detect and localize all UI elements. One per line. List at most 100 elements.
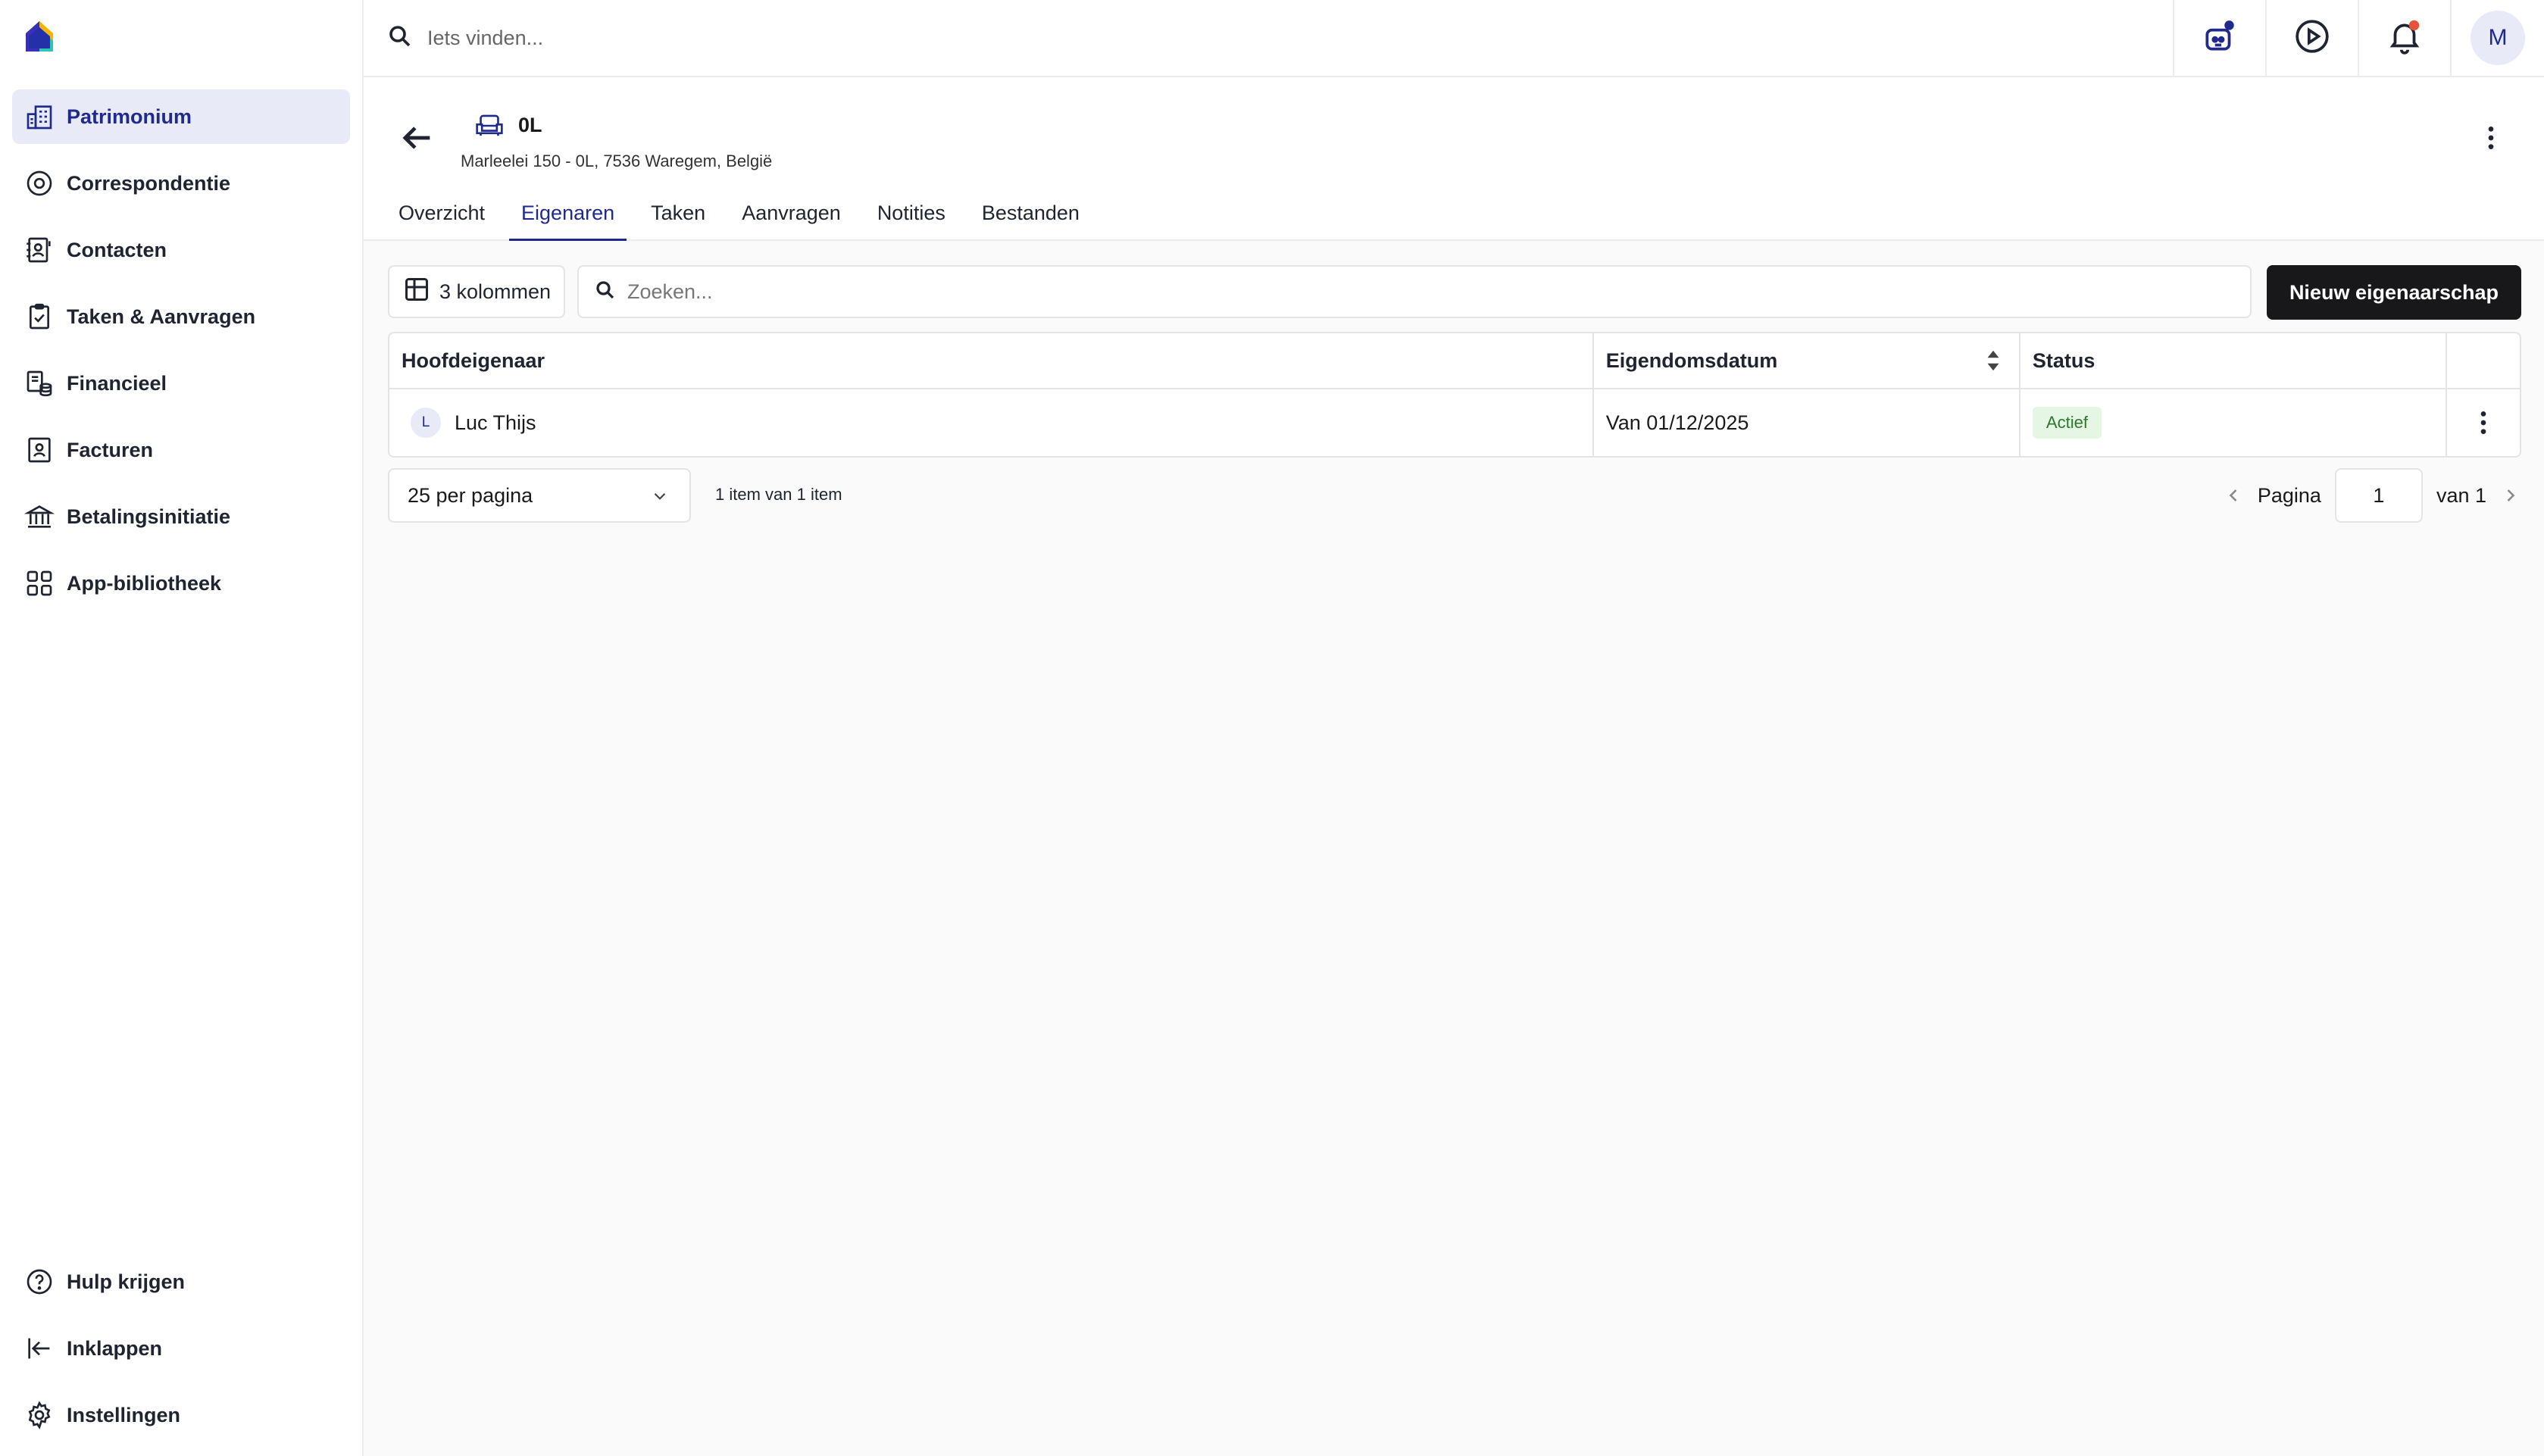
robot-icon <box>2201 17 2239 59</box>
sidebar-item-taken-aanvragen[interactable]: Taken & Aanvragen <box>12 289 350 344</box>
contacts-book-icon <box>23 233 56 267</box>
column-header-status[interactable]: Status <box>2021 333 2448 388</box>
notifications-button[interactable] <box>2358 0 2450 76</box>
sidebar-item-facturen[interactable]: Facturen <box>12 423 350 477</box>
search-icon <box>386 23 427 54</box>
clipboard-check-icon <box>23 300 56 333</box>
tab-eigenaren[interactable]: Eigenaren <box>509 189 627 241</box>
kebab-icon <box>2480 411 2486 434</box>
next-page-button[interactable] <box>2500 485 2521 506</box>
owners-table: Hoofdeigenaar Eigendomsdatum Status L Lu… <box>388 332 2521 458</box>
sidebar-item-label: Contacten <box>67 238 167 261</box>
arrow-left-icon <box>402 127 430 149</box>
sidebar-item-inklappen[interactable]: Inklappen <box>12 1321 350 1376</box>
more-options-button[interactable] <box>2476 123 2506 153</box>
sidebar-item-patrimonium[interactable]: Patrimonium <box>12 89 350 144</box>
sidebar-item-app-bibliotheek[interactable]: App-bibliotheek <box>12 556 350 611</box>
correspondence-icon <box>23 167 56 200</box>
status-cell: Actief <box>2021 389 2448 456</box>
owner-name[interactable]: Luc Thijs <box>455 411 536 435</box>
assistant-button[interactable] <box>2173 0 2265 76</box>
row-actions-cell <box>2447 389 2520 456</box>
column-header-actions <box>2447 333 2520 388</box>
sidebar-item-label: Correspondentie <box>67 171 231 195</box>
chevron-down-icon <box>654 492 666 500</box>
sidebar: Patrimonium Correspondentie Contacten Ta… <box>0 0 364 1456</box>
play-tutorial-button[interactable] <box>2265 0 2358 76</box>
sidebar-item-label: Financieel <box>67 371 167 395</box>
table-toolbar: 3 kolommen Nieuw eigenaarschap <box>388 265 2521 320</box>
sidebar-item-label: App-bibliotheek <box>67 571 221 595</box>
sidebar-item-betalingsinitiatie[interactable]: Betalingsinitiatie <box>12 489 350 544</box>
column-header-eigendomsdatum[interactable]: Eigendomsdatum <box>1594 333 2021 388</box>
status-badge: Actief <box>2032 407 2102 439</box>
chevron-left-icon <box>2229 489 2237 501</box>
app-logo[interactable] <box>23 18 56 55</box>
table-search-input[interactable] <box>627 280 2218 304</box>
table-search <box>577 265 2252 318</box>
per-page-value: 25 per pagina <box>408 483 533 507</box>
ownership-date-cell: Van 01/12/2025 <box>1594 389 2021 456</box>
page-header: 0L Marleelei 150 - 0L, 7536 Waregem, Bel… <box>364 77 2544 241</box>
chevron-right-icon <box>2507 489 2515 501</box>
page-number-input[interactable] <box>2334 468 2423 523</box>
help-circle-icon <box>23 1265 56 1298</box>
sidebar-item-label: Facturen <box>67 438 154 461</box>
tab-aanvragen[interactable]: Aanvragen <box>730 189 853 241</box>
page-title: 0L <box>518 114 542 136</box>
topbar: M <box>364 0 2544 77</box>
play-circle-icon <box>2293 17 2331 59</box>
columns-button-label: 3 kolommen <box>439 280 552 303</box>
sofa-icon <box>474 112 505 139</box>
bell-icon <box>2386 17 2424 59</box>
sidebar-item-instellingen[interactable]: Instellingen <box>12 1388 350 1442</box>
page-label: Pagina <box>2257 483 2321 507</box>
tab-bestanden[interactable]: Bestanden <box>970 189 1092 241</box>
previous-page-button[interactable] <box>2223 485 2244 506</box>
row-actions-button[interactable] <box>2468 408 2499 438</box>
per-page-select[interactable]: 25 per pagina <box>388 468 691 523</box>
user-menu-button[interactable]: M <box>2450 0 2544 76</box>
table-header: Hoofdeigenaar Eigendomsdatum Status <box>389 333 2520 389</box>
buildings-icon <box>23 100 56 133</box>
sidebar-bottom-nav: Hulp krijgen Inklappen Instellingen <box>12 1254 350 1454</box>
sidebar-item-label: Hulp krijgen <box>67 1270 186 1293</box>
gear-icon <box>23 1398 56 1432</box>
sidebar-item-hulp-krijgen[interactable]: Hulp krijgen <box>12 1254 350 1309</box>
kebab-icon <box>2488 127 2494 149</box>
back-button[interactable] <box>397 118 436 158</box>
sidebar-item-label: Taken & Aanvragen <box>67 305 256 328</box>
tab-bar: Overzicht Eigenaren Taken Aanvragen Noti… <box>386 189 1104 241</box>
sidebar-item-correspondentie[interactable]: Correspondentie <box>12 156 350 211</box>
avatar: M <box>2471 11 2525 65</box>
column-header-label: Eigendomsdatum <box>1605 348 1778 372</box>
table-columns-icon <box>403 276 439 308</box>
tab-taken[interactable]: Taken <box>639 189 717 241</box>
sidebar-item-label: Betalingsinitiatie <box>67 505 231 528</box>
sidebar-item-financieel[interactable]: Financieel <box>12 356 350 411</box>
invoice-icon <box>23 433 56 467</box>
sidebar-nav: Patrimonium Correspondentie Contacten Ta… <box>12 89 350 623</box>
avatar: L <box>411 408 441 438</box>
app-grid-icon <box>23 567 56 600</box>
search-icon <box>594 279 627 305</box>
new-ownership-button[interactable]: Nieuw eigenaarschap <box>2267 265 2521 320</box>
sort-icon[interactable] <box>1986 349 2001 372</box>
page-total: van 1 <box>2436 483 2486 507</box>
bank-icon <box>23 500 56 533</box>
sidebar-item-label: Patrimonium <box>67 105 192 128</box>
item-count: 1 item van 1 item <box>715 485 842 504</box>
pagination: Pagina van 1 <box>2223 468 2521 523</box>
column-header-hoofdeigenaar[interactable]: Hoofdeigenaar <box>389 333 1594 388</box>
global-search-input[interactable] <box>427 26 1033 50</box>
global-search <box>386 18 1068 58</box>
unit-address: Marleelei 150 - 0L, 7536 Waregem, België <box>461 152 773 170</box>
sidebar-item-contacten[interactable]: Contacten <box>12 223 350 277</box>
collapse-left-icon <box>23 1332 56 1365</box>
sidebar-item-label: Inklappen <box>67 1336 163 1360</box>
topbar-actions: M <box>2173 0 2544 76</box>
tab-notities[interactable]: Notities <box>865 189 958 241</box>
columns-button[interactable]: 3 kolommen <box>388 265 565 318</box>
table-row[interactable]: L Luc Thijs Van 01/12/2025 Actief <box>389 389 2520 456</box>
tab-overzicht[interactable]: Overzicht <box>386 189 497 241</box>
